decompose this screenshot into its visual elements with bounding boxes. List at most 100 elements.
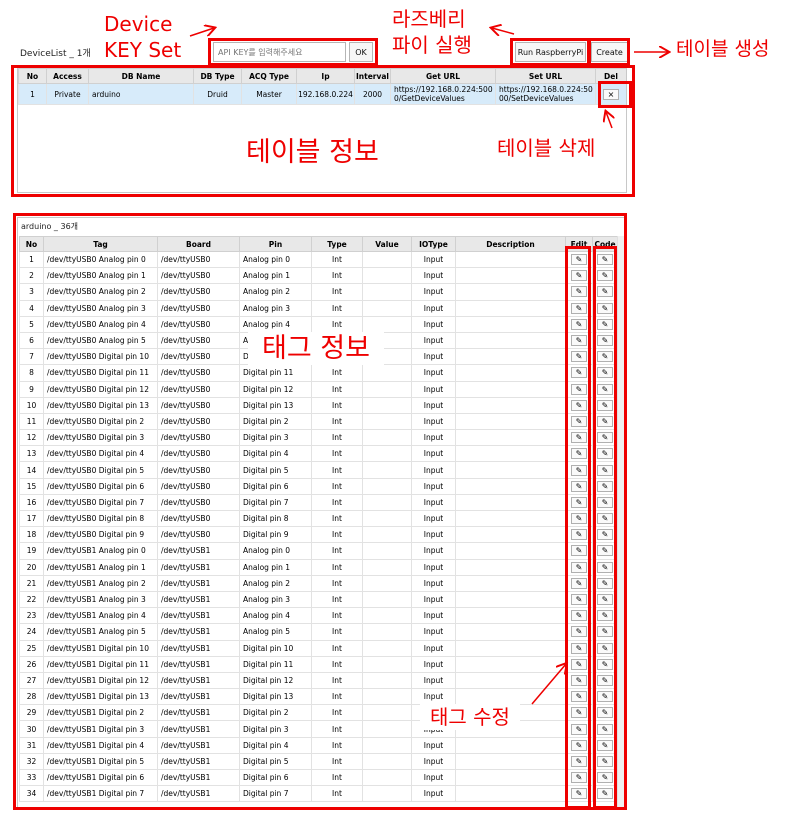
code-tag-button[interactable]: ✎ bbox=[597, 448, 613, 460]
code-tag-button[interactable]: ✎ bbox=[597, 513, 613, 525]
code-tag-button[interactable]: ✎ bbox=[597, 723, 613, 735]
code-tag-button[interactable]: ✎ bbox=[597, 626, 613, 638]
table-row[interactable]: 12/dev/ttyUSB0 Digital pin 3/dev/ttyUSB0… bbox=[19, 429, 618, 447]
code-tag-button[interactable]: ✎ bbox=[597, 594, 613, 606]
table-row[interactable]: 20/dev/ttyUSB1 Analog pin 1/dev/ttyUSB1 A… bbox=[19, 558, 618, 576]
edit-tag-button[interactable]: ✎ bbox=[571, 674, 587, 686]
code-tag-button[interactable]: ✎ bbox=[597, 383, 613, 395]
edit-tag-button[interactable]: ✎ bbox=[571, 496, 587, 508]
table-row[interactable]: 14/dev/ttyUSB0 Digital pin 5/dev/ttyUSB0… bbox=[19, 461, 618, 479]
code-tag-button[interactable]: ✎ bbox=[597, 464, 613, 476]
table-row[interactable]: 15/dev/ttyUSB0 Digital pin 6/dev/ttyUSB0… bbox=[19, 477, 618, 495]
edit-tag-button[interactable]: ✎ bbox=[571, 302, 587, 314]
table-row[interactable]: 34/dev/ttyUSB1 Digital pin 7/dev/ttyUSB1… bbox=[19, 785, 618, 803]
edit-tag-button[interactable]: ✎ bbox=[571, 254, 587, 266]
table-row[interactable]: 31/dev/ttyUSB1 Digital pin 4/dev/ttyUSB1… bbox=[19, 736, 618, 754]
code-tag-button[interactable]: ✎ bbox=[597, 658, 613, 670]
code-tag-button[interactable]: ✎ bbox=[597, 415, 613, 427]
table-row[interactable]: 2/dev/ttyUSB0 Analog pin 1/dev/ttyUSB0 An… bbox=[19, 267, 618, 285]
table-row[interactable]: 4/dev/ttyUSB0 Analog pin 3/dev/ttyUSB0 An… bbox=[19, 299, 618, 317]
table-row[interactable]: 1/dev/ttyUSB0 Analog pin 0/dev/ttyUSB0 An… bbox=[19, 250, 618, 269]
edit-tag-button[interactable]: ✎ bbox=[571, 432, 587, 444]
code-tag-button[interactable]: ✎ bbox=[597, 254, 613, 266]
edit-tag-button[interactable]: ✎ bbox=[571, 464, 587, 476]
table-row[interactable]: 22/dev/ttyUSB1 Analog pin 3/dev/ttyUSB1 A… bbox=[19, 590, 618, 609]
table-row[interactable]: 3/dev/ttyUSB0 Analog pin 2/dev/ttyUSB0 An… bbox=[19, 283, 618, 301]
code-tag-button[interactable]: ✎ bbox=[597, 739, 613, 751]
table-row[interactable]: 18/dev/ttyUSB0 Digital pin 9/dev/ttyUSB0… bbox=[19, 526, 618, 544]
code-tag-button[interactable]: ✎ bbox=[597, 318, 613, 330]
table-row[interactable]: 17/dev/ttyUSB0 Digital pin 8/dev/ttyUSB0… bbox=[19, 509, 618, 528]
tag-table-scrollbar[interactable] bbox=[617, 236, 624, 807]
edit-tag-button[interactable]: ✎ bbox=[571, 561, 587, 573]
code-tag-button[interactable]: ✎ bbox=[597, 367, 613, 379]
code-tag-button[interactable]: ✎ bbox=[597, 772, 613, 784]
table-row[interactable]: 11/dev/ttyUSB0 Digital pin 2/dev/ttyUSB0… bbox=[19, 412, 618, 431]
code-tag-button[interactable]: ✎ bbox=[597, 642, 613, 654]
code-tag-button[interactable]: ✎ bbox=[597, 755, 613, 767]
edit-tag-button[interactable]: ✎ bbox=[571, 318, 587, 330]
table-row[interactable]: 21/dev/ttyUSB1 Analog pin 2/dev/ttyUSB1 A… bbox=[19, 574, 618, 592]
edit-tag-button[interactable]: ✎ bbox=[571, 513, 587, 525]
edit-tag-button[interactable]: ✎ bbox=[571, 739, 587, 751]
table-row[interactable]: 24/dev/ttyUSB1 Analog pin 5/dev/ttyUSB1 A… bbox=[19, 623, 618, 641]
table-row[interactable]: 27/dev/ttyUSB1 Digital pin 12/dev/ttyUSB… bbox=[19, 671, 618, 690]
code-tag-button[interactable]: ✎ bbox=[597, 610, 613, 622]
edit-tag-button[interactable]: ✎ bbox=[571, 707, 587, 719]
edit-tag-button[interactable]: ✎ bbox=[571, 286, 587, 298]
edit-tag-button[interactable]: ✎ bbox=[571, 367, 587, 379]
code-tag-button[interactable]: ✎ bbox=[597, 270, 613, 282]
delete-table-button[interactable]: × bbox=[603, 88, 619, 100]
code-tag-button[interactable]: ✎ bbox=[597, 432, 613, 444]
table-row[interactable]: 8/dev/ttyUSB0 Digital pin 11/dev/ttyUSB0… bbox=[19, 364, 618, 382]
edit-tag-button[interactable]: ✎ bbox=[571, 351, 587, 363]
api-key-input[interactable] bbox=[213, 42, 346, 62]
code-tag-button[interactable]: ✎ bbox=[597, 561, 613, 573]
edit-tag-button[interactable]: ✎ bbox=[571, 270, 587, 282]
edit-tag-button[interactable]: ✎ bbox=[571, 545, 587, 557]
edit-tag-button[interactable]: ✎ bbox=[571, 415, 587, 427]
code-tag-button[interactable]: ✎ bbox=[597, 286, 613, 298]
table-row[interactable]: 10/dev/ttyUSB0 Digital pin 13/dev/ttyUSB… bbox=[19, 396, 618, 414]
table-row[interactable]: 13/dev/ttyUSB0 Digital pin 4/dev/ttyUSB0… bbox=[19, 445, 618, 463]
table-row[interactable]: 30/dev/ttyUSB1 Digital pin 3/dev/ttyUSB1… bbox=[19, 720, 618, 738]
table-row[interactable]: 33/dev/ttyUSB1 Digital pin 6/dev/ttyUSB1… bbox=[19, 768, 618, 787]
table-row[interactable]: 28/dev/ttyUSB1 Digital pin 13/dev/ttyUSB… bbox=[19, 688, 618, 706]
edit-tag-button[interactable]: ✎ bbox=[571, 691, 587, 703]
edit-tag-button[interactable]: ✎ bbox=[571, 658, 587, 670]
edit-tag-button[interactable]: ✎ bbox=[571, 772, 587, 784]
edit-tag-button[interactable]: ✎ bbox=[571, 723, 587, 735]
code-tag-button[interactable]: ✎ bbox=[597, 691, 613, 703]
run-raspberrypi-button[interactable]: Run RaspberryPi bbox=[515, 42, 586, 62]
edit-tag-button[interactable]: ✎ bbox=[571, 610, 587, 622]
edit-tag-button[interactable]: ✎ bbox=[571, 383, 587, 395]
code-tag-button[interactable]: ✎ bbox=[597, 480, 613, 492]
code-tag-button[interactable]: ✎ bbox=[597, 788, 613, 800]
edit-tag-button[interactable]: ✎ bbox=[571, 626, 587, 638]
table-row[interactable]: 26/dev/ttyUSB1 Digital pin 11/dev/ttyUSB… bbox=[19, 655, 618, 673]
edit-tag-button[interactable]: ✎ bbox=[571, 577, 587, 589]
table-row[interactable]: 5/dev/ttyUSB0 Analog pin 4/dev/ttyUSB0 An… bbox=[19, 315, 618, 333]
table-row[interactable]: 29/dev/ttyUSB1 Digital pin 2/dev/ttyUSB1… bbox=[19, 704, 618, 722]
edit-tag-button[interactable]: ✎ bbox=[571, 755, 587, 767]
table-row[interactable]: 19/dev/ttyUSB1 Analog pin 0/dev/ttyUSB1 A… bbox=[19, 542, 618, 560]
table-row[interactable]: 23/dev/ttyUSB1 Analog pin 4/dev/ttyUSB1 A… bbox=[19, 607, 618, 625]
edit-tag-button[interactable]: ✎ bbox=[571, 529, 587, 541]
edit-tag-button[interactable]: ✎ bbox=[571, 480, 587, 492]
code-tag-button[interactable]: ✎ bbox=[597, 545, 613, 557]
code-tag-button[interactable]: ✎ bbox=[597, 335, 613, 347]
code-tag-button[interactable]: ✎ bbox=[597, 674, 613, 686]
code-tag-button[interactable]: ✎ bbox=[597, 577, 613, 589]
table-row[interactable]: 9/dev/ttyUSB0 Digital pin 12/dev/ttyUSB0… bbox=[19, 380, 618, 398]
edit-tag-button[interactable]: ✎ bbox=[571, 335, 587, 347]
code-tag-button[interactable]: ✎ bbox=[597, 351, 613, 363]
code-tag-button[interactable]: ✎ bbox=[597, 496, 613, 508]
edit-tag-button[interactable]: ✎ bbox=[571, 642, 587, 654]
create-button[interactable]: Create bbox=[591, 42, 628, 62]
edit-tag-button[interactable]: ✎ bbox=[571, 399, 587, 411]
ok-button[interactable]: OK bbox=[349, 42, 373, 62]
code-tag-button[interactable]: ✎ bbox=[597, 529, 613, 541]
edit-tag-button[interactable]: ✎ bbox=[571, 594, 587, 606]
table-row[interactable]: 32/dev/ttyUSB1 Digital pin 5/dev/ttyUSB1… bbox=[19, 752, 618, 771]
code-tag-button[interactable]: ✎ bbox=[597, 302, 613, 314]
